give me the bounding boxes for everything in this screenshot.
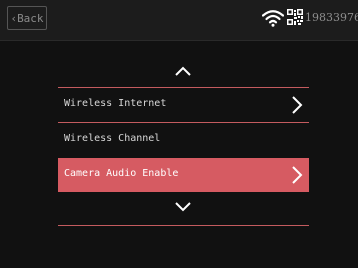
menu-item-label: Wireless Channel <box>64 133 161 144</box>
chevron-right-icon <box>292 96 303 114</box>
menu-item-wireless-channel[interactable]: Wireless Channel <box>58 123 309 157</box>
wifi-icon <box>262 10 284 27</box>
back-button[interactable]: ‹Back <box>7 6 47 30</box>
device-id: 1983397686 <box>305 11 358 24</box>
menu-item-label: Wireless Internet <box>64 98 167 109</box>
qr-code-icon <box>287 9 303 25</box>
menu-item-wireless-internet[interactable]: Wireless Internet <box>58 88 309 122</box>
chevron-up-icon[interactable] <box>174 65 192 77</box>
menu-item-camera-audio-enable[interactable]: Camera Audio Enable <box>58 158 309 192</box>
back-button-label: Back <box>17 12 44 25</box>
settings-screen: ‹Back 1983397686 <box>0 0 358 268</box>
top-bar: ‹Back 1983397686 <box>0 0 358 41</box>
menu-item-label: Camera Audio Enable <box>64 168 179 179</box>
divider <box>58 225 309 226</box>
chevron-down-icon[interactable] <box>174 201 192 213</box>
chevron-right-icon <box>292 166 303 184</box>
